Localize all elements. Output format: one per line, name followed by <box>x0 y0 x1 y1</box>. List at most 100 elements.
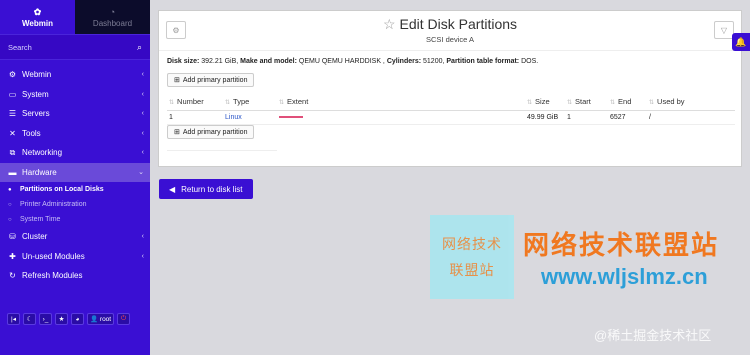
col-label: End <box>618 96 632 106</box>
sidebar-item-label: Servers <box>22 109 50 119</box>
favorite-star-icon[interactable]: ☆ <box>383 16 396 32</box>
user-name: root <box>99 315 112 323</box>
sort-icon: ⇅ <box>610 99 616 106</box>
gear-icon: ⚙ <box>8 70 17 80</box>
webmin-logo-icon: ✿ <box>33 6 42 17</box>
terminal-icon[interactable]: ›_ <box>39 313 52 325</box>
chevron-left-icon: ‹ <box>141 252 144 260</box>
return-to-disk-list-button[interactable]: ◀ Return to disk list <box>159 179 253 199</box>
sidebar-item-cluster[interactable]: ⛁ Cluster ‹ <box>0 227 150 247</box>
collapse-icon[interactable]: |◂ <box>7 313 20 325</box>
sidebar-subitem-label: Printer Administration <box>20 201 87 208</box>
logout-icon[interactable]: ⏻ <box>117 313 131 325</box>
sidebar-item-unused-modules[interactable]: ✚ Un-used Modules ‹ <box>0 247 150 267</box>
sidebar-item-servers[interactable]: ☰ Servers ‹ <box>0 104 150 124</box>
chevron-left-icon: ‹ <box>141 149 144 157</box>
star-icon[interactable]: ★ <box>55 313 68 325</box>
sidebar-item-label: Networking <box>22 148 63 158</box>
cell-extent <box>277 110 525 125</box>
partitions-table: ⇅ Number ⇅ Type ⇅ Extent ⇅ Size ⇅ Start ⇅ End … <box>167 93 735 125</box>
sidebar-subitem-printer[interactable]: ○ Printer Administration <box>8 197 150 212</box>
disk-info: Disk size: 392.21 GiB, Make and model: Q… <box>167 58 538 65</box>
model-value: QEMU QEMU HARDDISK , <box>298 58 385 65</box>
chevron-left-icon: ‹ <box>141 110 144 118</box>
watermark-url: www.wljslmz.cn <box>541 264 708 289</box>
sidebar-item-hardware[interactable]: ▬ Hardware ⌄ <box>0 162 150 182</box>
sidebar-item-label: Webmin <box>22 70 52 80</box>
col-label: Size <box>535 96 550 106</box>
user-button[interactable]: 👤 root <box>87 313 115 325</box>
col-start[interactable]: ⇅ Start <box>565 93 608 111</box>
palette-icon[interactable]: ◕ <box>71 313 84 325</box>
partition-type-link[interactable]: Linux <box>225 114 242 121</box>
title-wrap: ☆ Edit Disk Partitions SCSI device A <box>159 16 741 44</box>
return-label: Return to disk list <box>181 184 243 194</box>
disk-size-label: Disk size: <box>167 58 200 65</box>
col-size[interactable]: ⇅ Size <box>525 93 565 111</box>
sidebar-item-label: System <box>22 89 49 99</box>
cell-number: 1 <box>167 110 223 125</box>
sidebar-item-label: Un-used Modules <box>22 251 85 261</box>
disk-size-value: 392.21 GiB, <box>201 58 239 65</box>
sidebar-item-system[interactable]: ▭ System ‹ <box>0 85 150 105</box>
col-type[interactable]: ⇅ Type <box>223 93 277 111</box>
format-label: Partition table format: <box>446 58 520 65</box>
col-label: Number <box>177 96 204 106</box>
col-used-by[interactable]: ⇅ Used by <box>647 93 735 111</box>
sort-icon: ⇅ <box>567 99 573 106</box>
plus-icon: ⊞ <box>174 129 180 136</box>
sidebar-item-refresh-modules[interactable]: ↻ Refresh Modules <box>0 266 150 286</box>
arrow-left-icon: ◀ <box>169 184 176 194</box>
page-title-text: Edit Disk Partitions <box>399 16 518 32</box>
network-icon: ⧉ <box>9 147 16 157</box>
dashboard-icon: ◔ <box>109 6 116 17</box>
col-label: Extent <box>287 96 309 106</box>
add-primary-partition-button-bottom[interactable]: ⊞ Add primary partition <box>167 125 255 139</box>
panel-header: ⚙ ☆ Edit Disk Partitions SCSI device A ▽ <box>159 11 741 51</box>
sidebar-item-networking[interactable]: ⧉ Networking ‹ <box>0 143 150 163</box>
filter-button[interactable]: ▽ <box>714 21 734 39</box>
sidebar-bottom-toolbar: |◂ ☾ ›_ ★ ◕ 👤 root ⏻ <box>7 313 131 325</box>
format-value: DOS. <box>521 58 539 65</box>
cell-used-by: / <box>647 110 735 125</box>
cylinders-value: 51200, <box>423 58 445 65</box>
tab-webmin[interactable]: ✿ Webmin <box>0 0 75 34</box>
col-extent[interactable]: ⇅ Extent <box>277 93 525 111</box>
cell-start: 1 <box>565 110 608 125</box>
hdd-icon: ▬ <box>8 167 17 177</box>
tab-webmin-label: Webmin <box>22 18 53 28</box>
sidebar-subitem-partitions[interactable]: ● Partitions on Local Disks <box>8 182 150 197</box>
col-label: Start <box>575 96 591 106</box>
laptop-icon: ▭ <box>8 89 17 99</box>
col-end[interactable]: ⇅ End <box>608 93 647 111</box>
model-label: Make and model: <box>240 58 297 65</box>
puzzle-icon: ✚ <box>9 251 16 261</box>
add-primary-partition-button[interactable]: ⊞ Add primary partition <box>167 73 255 87</box>
main-panel: ⚙ ☆ Edit Disk Partitions SCSI device A ▽ … <box>158 10 742 167</box>
sidebar-subitem-label: Partitions on Local Disks <box>20 186 104 193</box>
cell-size: 49.99 GiB <box>525 110 565 125</box>
cell-end: 6527 <box>608 110 647 125</box>
sidebar-item-label: Refresh Modules <box>22 271 83 281</box>
tab-dashboard[interactable]: ◔ Dashboard <box>75 0 150 34</box>
hardware-submenu: ● Partitions on Local Disks ○ Printer Ad… <box>0 182 150 227</box>
divider <box>167 150 277 151</box>
sort-icon: ⇅ <box>279 99 285 106</box>
sidebar-item-tools[interactable]: ✕ Tools ‹ <box>0 124 150 144</box>
extent-bar <box>279 115 303 118</box>
sort-icon: ⇅ <box>649 99 655 106</box>
refresh-icon: ↻ <box>9 271 16 281</box>
cell-type: Linux <box>223 110 277 125</box>
sidebar-item-label: Tools <box>22 128 41 138</box>
notifications-bell-icon[interactable]: 🔔 <box>732 33 750 51</box>
sidebar-subitem-systemtime[interactable]: ○ System Time <box>8 212 150 227</box>
tab-dashboard-label: Dashboard <box>92 18 133 28</box>
cluster-icon: ⛁ <box>9 232 16 242</box>
sidebar-item-label: Hardware <box>22 167 57 177</box>
sidebar-item-webmin[interactable]: ⚙ Webmin ‹ <box>0 65 150 85</box>
search-icon[interactable]: ⌕ <box>137 42 142 53</box>
col-number[interactable]: ⇅ Number <box>167 93 223 111</box>
search-input[interactable]: Search ⌕ <box>0 34 150 60</box>
moon-icon[interactable]: ☾ <box>23 313 36 325</box>
server-icon: ☰ <box>8 109 17 119</box>
